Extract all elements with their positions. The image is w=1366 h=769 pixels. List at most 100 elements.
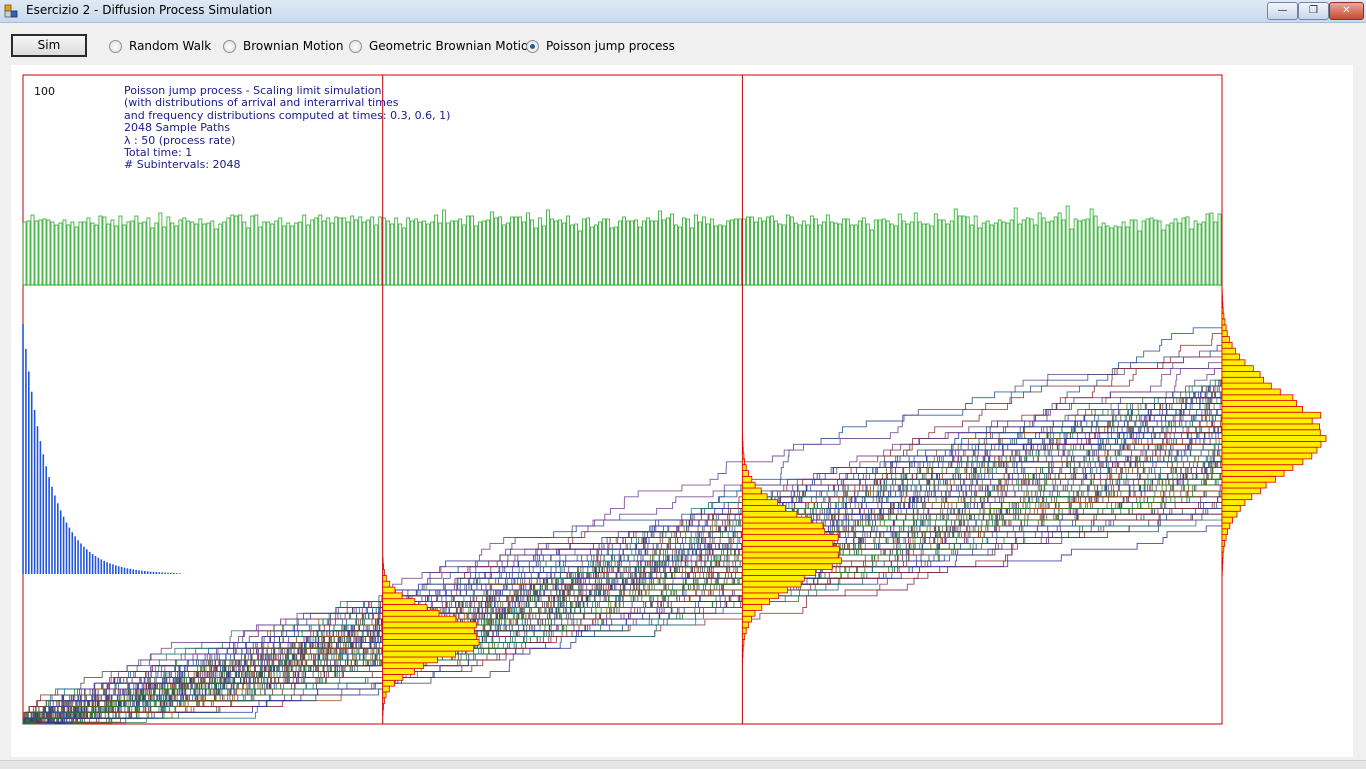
arrival-bar [447, 223, 450, 285]
arrival-bar [319, 215, 322, 285]
arrival-bar [678, 227, 681, 285]
frequency-histogram-bar [742, 651, 743, 657]
arrival-bar [59, 223, 62, 285]
frequency-histogram-bar [383, 564, 384, 570]
arrival-bar [1114, 226, 1117, 285]
arrival-bar [387, 221, 390, 285]
radio-indicator-icon[interactable] [109, 40, 122, 53]
arrival-bar [227, 218, 230, 285]
arrival-bar [523, 222, 526, 285]
arrival-bar [587, 218, 590, 285]
arrival-bar [539, 218, 542, 285]
arrival-bar [838, 224, 841, 285]
arrival-bar [255, 215, 258, 285]
simulation-info: Poisson jump process - Scaling limit sim… [124, 85, 450, 172]
arrival-bar [239, 215, 242, 285]
arrival-bar [1206, 214, 1209, 285]
arrival-bar [623, 217, 626, 285]
arrival-bar [547, 210, 550, 285]
frequency-histogram-bar [742, 640, 744, 646]
frequency-histogram-bar [383, 669, 415, 675]
arrival-bar [722, 226, 725, 285]
frequency-histogram-bar [383, 570, 385, 576]
arrival-bar [698, 222, 701, 285]
radio-indicator-icon[interactable] [349, 40, 362, 53]
arrival-bar [1082, 220, 1085, 285]
arrival-bar [1074, 219, 1077, 285]
arrival-bar [1118, 227, 1121, 285]
title-bar: Esercizio 2 - Diffusion Process Simulati… [0, 0, 1366, 23]
arrival-bar [291, 226, 294, 285]
arrival-bar [810, 216, 813, 285]
arrival-bar [575, 224, 578, 285]
frequency-histogram-bar [383, 575, 387, 581]
frequency-histogram-bar [742, 622, 748, 628]
arrival-bar [243, 222, 246, 285]
radio-indicator-icon[interactable] [526, 40, 539, 53]
arrival-bar [119, 216, 122, 285]
arrival-bar [942, 220, 945, 285]
frequency-histogram-bar [1222, 447, 1317, 453]
arrival-bar [463, 225, 466, 285]
frequency-histogram-bar [1222, 546, 1224, 552]
arrival-bar [762, 221, 765, 285]
close-icon: ✕ [1330, 3, 1363, 19]
arrival-bar [127, 222, 130, 285]
arrival-bar [159, 213, 162, 285]
minimize-icon: — [1268, 3, 1297, 19]
frequency-histogram-bar [1222, 401, 1297, 407]
arrival-bar [439, 223, 442, 285]
arrival-bar [1110, 228, 1113, 285]
frequency-histogram-bar [1222, 313, 1224, 319]
arrival-bar [143, 222, 146, 285]
arrival-bar [579, 231, 582, 285]
simulation-counter: 100 [34, 85, 55, 98]
arrival-bar [962, 216, 965, 285]
frequency-histogram-bar [742, 616, 751, 622]
close-button[interactable]: ✕ [1329, 2, 1364, 20]
window-title: Esercizio 2 - Diffusion Process Simulati… [26, 3, 272, 17]
arrival-bar [351, 216, 354, 285]
frequency-histogram-bar [1222, 296, 1223, 302]
radio-indicator-icon[interactable] [223, 40, 236, 53]
arrival-bar [778, 224, 781, 285]
arrival-bar [862, 218, 865, 285]
arrival-bar [886, 221, 889, 285]
frequency-histogram-bar [1222, 319, 1225, 325]
arrival-bar [666, 218, 669, 285]
arrival-bar [998, 220, 1001, 285]
arrival-bar [479, 222, 482, 285]
arrival-bar [203, 224, 206, 285]
arrival-bar [583, 219, 586, 285]
arrival-bar [187, 221, 190, 285]
frequency-histogram-bar [1222, 541, 1225, 547]
frequency-histogram-bar [1222, 354, 1240, 360]
sample-path [23, 415, 1222, 722]
arrival-bar [906, 224, 909, 285]
info-line: 2048 Sample Paths [124, 122, 450, 134]
arrival-bar [1078, 221, 1081, 285]
arrival-bar [954, 209, 957, 285]
minimize-button[interactable]: — [1267, 2, 1298, 20]
sim-button[interactable]: Sim [11, 34, 87, 57]
frequency-histogram-bar [742, 593, 778, 599]
frequency-histogram-bar [383, 686, 390, 692]
arrival-bar [1054, 217, 1057, 285]
arrival-bar [990, 225, 993, 285]
arrival-bar [151, 228, 154, 285]
arrival-bar [1122, 222, 1125, 285]
arrival-bar [295, 223, 298, 285]
arrival-bar [1030, 219, 1033, 285]
arrival-bar [1090, 209, 1093, 285]
arrival-bar [215, 229, 218, 285]
arrival-bar [1174, 219, 1177, 285]
frequency-histogram-bar [1222, 459, 1303, 465]
arrival-bar [471, 216, 474, 285]
arrival-bar [782, 225, 785, 285]
arrival-bar [910, 222, 913, 285]
arrival-bar [335, 217, 338, 285]
plot-panel: 100 Poisson jump process - Scaling limit… [11, 65, 1353, 757]
frequency-histogram-bar [383, 628, 475, 634]
sample-path [23, 386, 1222, 723]
restore-button[interactable]: ❐ [1298, 2, 1329, 20]
